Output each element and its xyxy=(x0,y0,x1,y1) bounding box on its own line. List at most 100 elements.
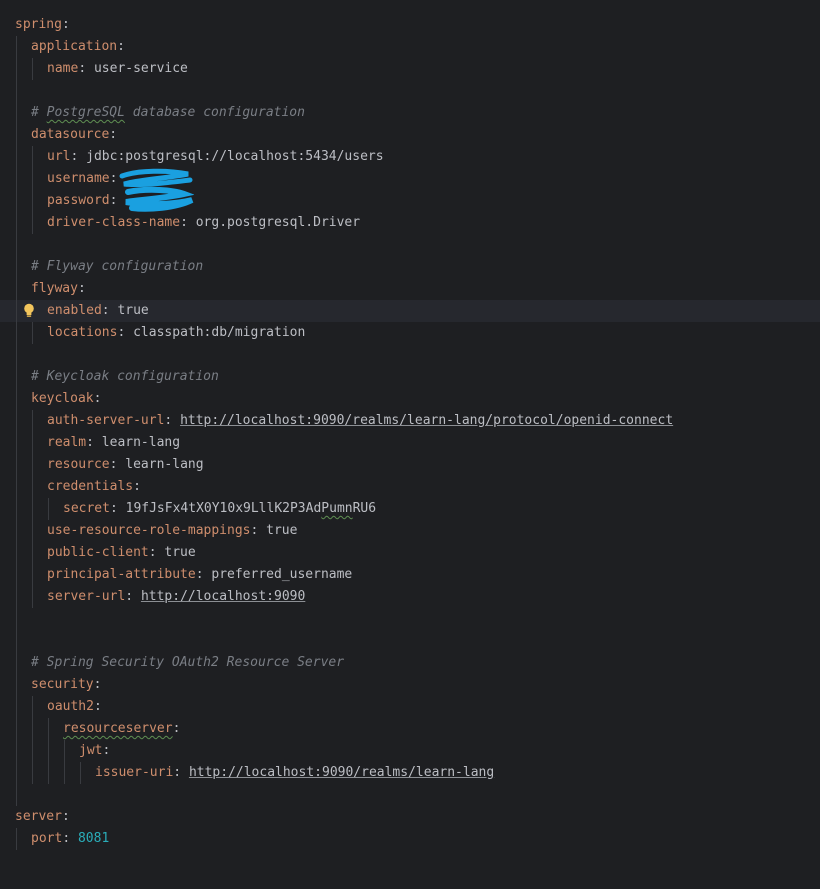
code-line-content: server-url: http://localhost:9090 xyxy=(47,586,305,608)
code-line[interactable]: jwt: xyxy=(0,740,820,762)
code-line-content: issuer-uri: http://localhost:9090/realms… xyxy=(95,762,494,784)
code-token: : xyxy=(109,171,118,186)
code-token: classpath:db/migration xyxy=(133,325,306,340)
code-token: use-resource-role-mappings xyxy=(47,523,251,538)
code-line[interactable] xyxy=(0,80,820,102)
code-line[interactable]: locations: classpath:db/migration xyxy=(0,322,820,344)
code-line[interactable]: # Spring Security OAuth2 Resource Server xyxy=(0,652,820,674)
code-token: database configuration xyxy=(124,105,305,120)
code-token: flyway xyxy=(31,281,78,296)
code-line-content: url: jdbc:postgresql://localhost:5434/us… xyxy=(47,146,384,168)
code-line[interactable]: url: jdbc:postgresql://localhost:5434/us… xyxy=(0,146,820,168)
code-line[interactable]: oauth2: xyxy=(0,696,820,718)
code-token[interactable]: http://localhost:9090/realms/learn-lang xyxy=(189,765,494,780)
code-line[interactable] xyxy=(0,784,820,806)
code-line-content: password: xyxy=(47,190,117,212)
code-line[interactable] xyxy=(0,344,820,366)
code-token[interactable]: http://localhost:9090 xyxy=(141,589,305,604)
code-line-content: locations: classpath:db/migration xyxy=(47,322,305,344)
code-line[interactable]: secret: 19fJsFx4tX0Y10x9LllK2P3AdPumnRU6 xyxy=(0,498,820,520)
code-line[interactable]: datasource: xyxy=(0,124,820,146)
code-line[interactable]: name: user-service xyxy=(0,58,820,80)
code-line[interactable]: resourceserver: xyxy=(0,718,820,740)
code-line-content: auth-server-url: http://localhost:9090/r… xyxy=(47,410,673,432)
code-token: keycloak xyxy=(31,391,94,406)
code-token: # Keycloak configuration xyxy=(31,369,219,384)
code-token: resource xyxy=(47,457,110,472)
code-line[interactable]: resource: learn-lang xyxy=(0,454,820,476)
code-line-content: principal-attribute: preferred_username xyxy=(47,564,352,586)
code-line-content: # Keycloak configuration xyxy=(31,366,219,388)
code-token[interactable]: http://localhost:9090/realms/learn-lang/… xyxy=(180,413,673,428)
code-line[interactable]: auth-server-url: http://localhost:9090/r… xyxy=(0,410,820,432)
code-line-content: driver-class-name: org.postgresql.Driver xyxy=(47,212,360,234)
code-line[interactable]: issuer-uri: http://localhost:9090/realms… xyxy=(0,762,820,784)
indent-guide xyxy=(32,146,33,234)
code-token: # Spring Security OAuth2 Resource Server xyxy=(31,655,345,670)
code-token: user-service xyxy=(93,61,188,76)
code-line[interactable]: credentials: xyxy=(0,476,820,498)
lightbulb-icon[interactable] xyxy=(23,303,35,318)
code-line-content: use-resource-role-mappings: true xyxy=(47,520,297,542)
code-token: # xyxy=(31,105,47,120)
code-token: : xyxy=(117,325,134,340)
code-token: locations xyxy=(47,325,118,340)
code-line[interactable]: # PostgreSQL database configuration xyxy=(0,102,820,124)
code-line[interactable]: # Flyway configuration xyxy=(0,256,820,278)
code-line[interactable]: principal-attribute: preferred_username xyxy=(0,564,820,586)
code-token: : xyxy=(78,61,94,76)
code-line-content: # Flyway configuration xyxy=(31,256,203,278)
code-token: : xyxy=(77,281,86,296)
code-line[interactable] xyxy=(0,608,820,630)
code-token: : xyxy=(101,303,118,318)
code-token: : xyxy=(109,193,118,208)
indent-guide xyxy=(16,828,17,850)
code-token: auth-server-url xyxy=(47,413,165,428)
code-line[interactable]: application: xyxy=(0,36,820,58)
code-line[interactable]: keycloak: xyxy=(0,388,820,410)
code-line[interactable]: driver-class-name: org.postgresql.Driver xyxy=(0,212,820,234)
code-token: port xyxy=(31,831,63,846)
code-line-content: jwt: xyxy=(79,740,110,762)
code-line[interactable] xyxy=(0,234,820,256)
code-token: : xyxy=(195,567,212,582)
code-line[interactable]: spring: xyxy=(0,14,820,36)
code-token: # Flyway configuration xyxy=(31,259,204,274)
code-token: preferred_username xyxy=(211,567,353,582)
code-token: : xyxy=(93,699,102,714)
code-line-content: credentials: xyxy=(47,476,141,498)
indent-guide xyxy=(16,36,17,806)
code-line-content: # PostgreSQL database configuration xyxy=(31,102,305,124)
code-line[interactable]: flyway: xyxy=(0,278,820,300)
code-token: : xyxy=(61,17,70,32)
code-line[interactable]: server: xyxy=(0,806,820,828)
code-token: true xyxy=(117,303,149,318)
code-token: org.postgresql.Driver xyxy=(195,215,361,230)
code-token: : xyxy=(125,589,141,604)
code-line[interactable] xyxy=(0,630,820,652)
code-token: name xyxy=(47,61,79,76)
code-token: RU6 xyxy=(352,501,377,516)
code-line-content: security: xyxy=(31,674,101,696)
code-line[interactable]: server-url: http://localhost:9090 xyxy=(0,586,820,608)
code-token: Pumn xyxy=(321,501,353,516)
code-token: : xyxy=(148,545,165,560)
code-token: : xyxy=(250,523,267,538)
code-line[interactable]: public-client: true xyxy=(0,542,820,564)
code-line[interactable]: # Keycloak configuration xyxy=(0,366,820,388)
code-line[interactable]: security: xyxy=(0,674,820,696)
code-line[interactable]: enabled: true xyxy=(0,300,820,322)
code-token: username xyxy=(47,171,110,186)
code-line-content: flyway: xyxy=(31,278,86,300)
code-token: : xyxy=(164,413,181,428)
indent-guide xyxy=(32,58,33,80)
code-line-content: spring: xyxy=(15,14,70,36)
code-token: password xyxy=(47,193,110,208)
code-editor[interactable]: spring: application: name: user-service # P… xyxy=(0,0,820,889)
code-line[interactable]: use-resource-role-mappings: true xyxy=(0,520,820,542)
code-line-content: resource: learn-lang xyxy=(47,454,204,476)
code-token: : xyxy=(61,809,70,824)
code-line[interactable]: port: 8081 xyxy=(0,828,820,850)
code-line[interactable]: realm: learn-lang xyxy=(0,432,820,454)
redaction-scribble-icon xyxy=(119,168,194,212)
